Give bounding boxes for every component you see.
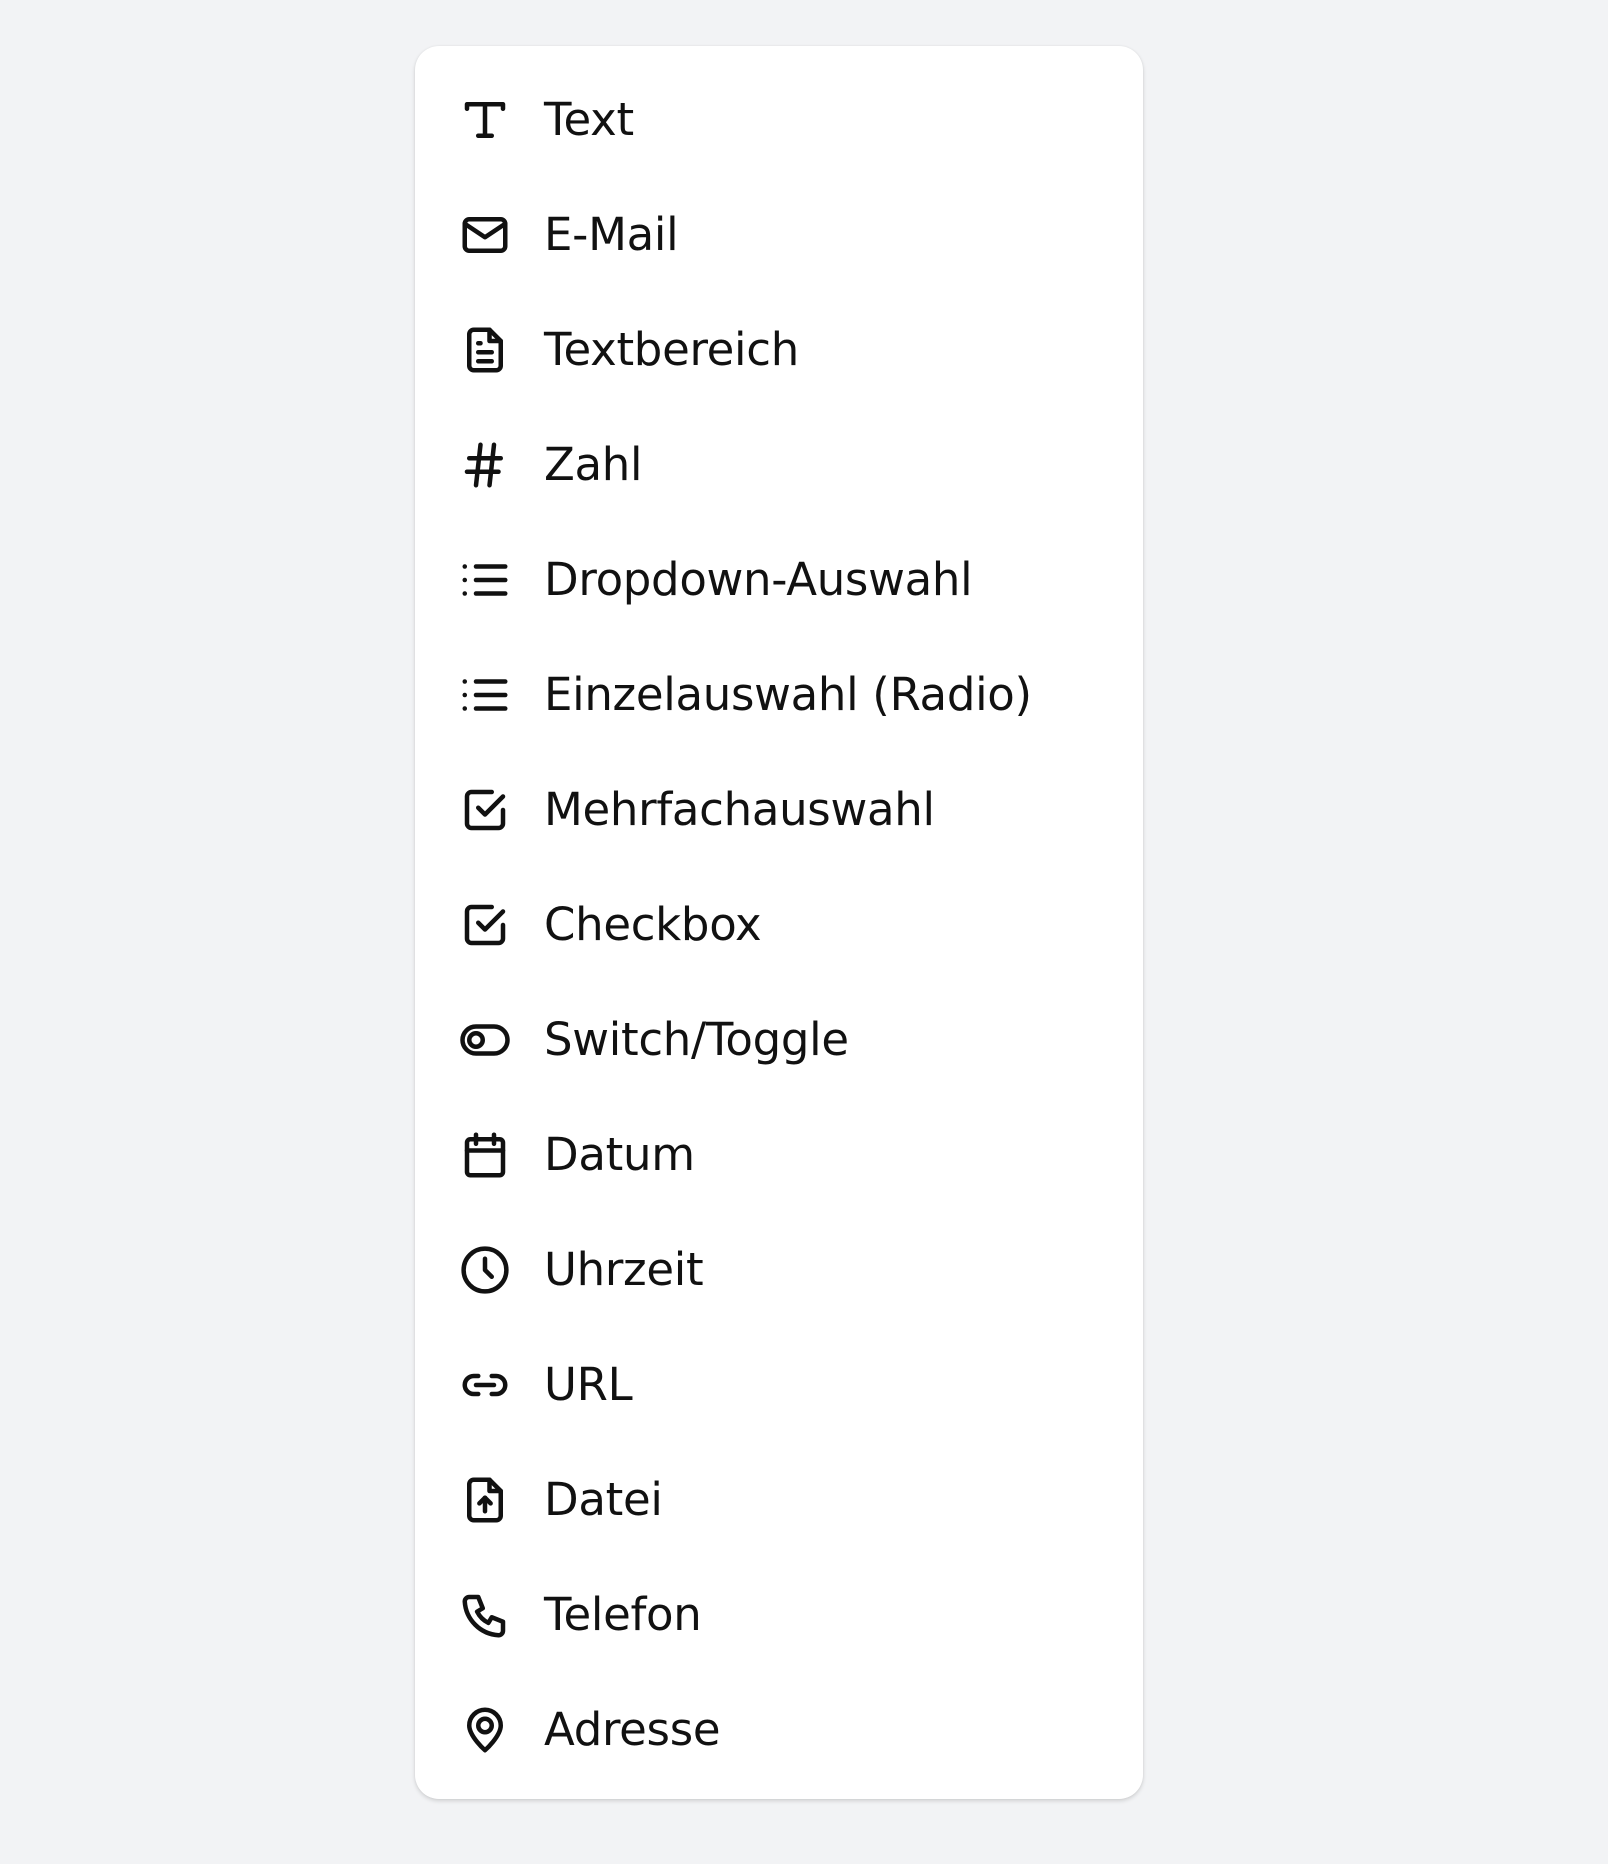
menu-item-label: Adresse (544, 1703, 721, 1756)
menu-item-label: E-Mail (544, 208, 679, 261)
menu-item-checkbox[interactable]: Checkbox (415, 867, 1143, 982)
clock-icon (458, 1243, 512, 1297)
mail-icon (458, 208, 512, 262)
menu-item-text[interactable]: Text (415, 62, 1143, 177)
menu-item-label: Text (544, 93, 634, 146)
list-icon (458, 668, 512, 722)
menu-item-email[interactable]: E-Mail (415, 177, 1143, 292)
menu-item-label: URL (544, 1358, 633, 1411)
menu-item-number[interactable]: Zahl (415, 407, 1143, 522)
menu-item-textarea[interactable]: Textbereich (415, 292, 1143, 407)
toggle-icon (458, 1013, 512, 1067)
menu-item-label: Zahl (544, 438, 643, 491)
menu-item-phone[interactable]: Telefon (415, 1557, 1143, 1672)
field-type-menu: Text E-Mail Textbereich Zahl Dropdown-Au… (415, 46, 1143, 1799)
list-icon (458, 553, 512, 607)
menu-item-url[interactable]: URL (415, 1327, 1143, 1442)
checkbox-icon (458, 898, 512, 952)
menu-item-radio[interactable]: Einzelauswahl (Radio) (415, 637, 1143, 752)
menu-item-label: Checkbox (544, 898, 762, 951)
menu-item-time[interactable]: Uhrzeit (415, 1212, 1143, 1327)
menu-item-toggle[interactable]: Switch/Toggle (415, 982, 1143, 1097)
menu-item-multiselect[interactable]: Mehrfachauswahl (415, 752, 1143, 867)
phone-icon (458, 1588, 512, 1642)
menu-item-label: Telefon (544, 1588, 702, 1641)
menu-item-dropdown[interactable]: Dropdown-Auswahl (415, 522, 1143, 637)
menu-item-label: Mehrfachauswahl (544, 783, 935, 836)
file-upload-icon (458, 1473, 512, 1527)
menu-item-label: Einzelauswahl (Radio) (544, 668, 1032, 721)
text-icon (458, 93, 512, 147)
menu-item-label: Switch/Toggle (544, 1013, 849, 1066)
menu-item-label: Textbereich (544, 323, 799, 376)
link-icon (458, 1358, 512, 1412)
menu-item-label: Dropdown-Auswahl (544, 553, 973, 606)
hash-icon (458, 438, 512, 492)
menu-item-file[interactable]: Datei (415, 1442, 1143, 1557)
map-pin-icon (458, 1703, 512, 1757)
calendar-icon (458, 1128, 512, 1182)
document-icon (458, 323, 512, 377)
menu-item-label: Uhrzeit (544, 1243, 704, 1296)
menu-item-label: Datei (544, 1473, 663, 1526)
menu-item-address[interactable]: Adresse (415, 1672, 1143, 1787)
menu-item-date[interactable]: Datum (415, 1097, 1143, 1212)
menu-item-label: Datum (544, 1128, 695, 1181)
checkbox-icon (458, 783, 512, 837)
